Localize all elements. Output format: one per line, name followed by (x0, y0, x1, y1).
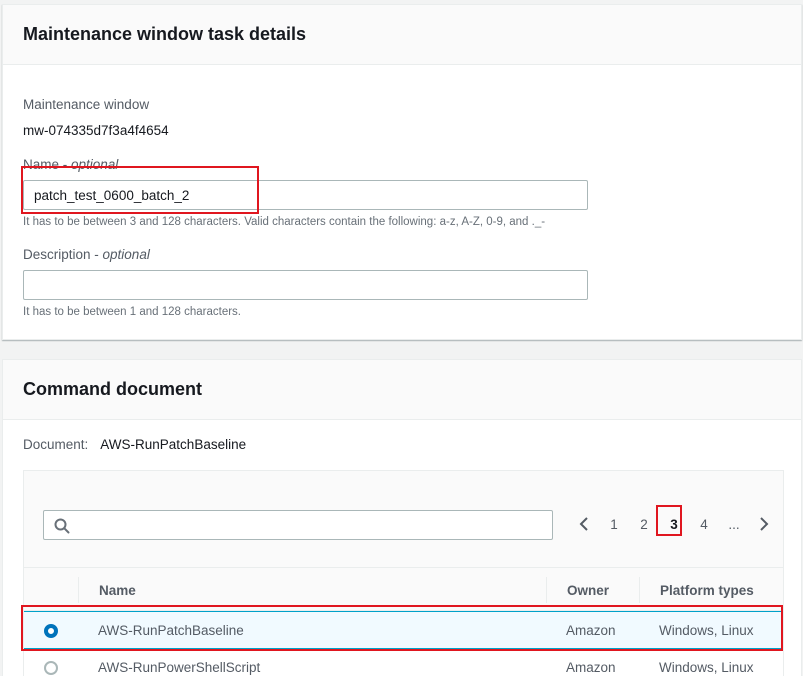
row-owner: Amazon (566, 660, 616, 675)
name-input[interactable]: patch_test_0600_batch_2 (23, 180, 588, 210)
mw-value: mw-074335d7f3a4f4654 (23, 123, 169, 138)
row-name: AWS-RunPowerShellScript (98, 660, 261, 675)
command-document-header: Command document (3, 360, 801, 420)
page-4-button[interactable]: 4 (689, 517, 719, 532)
pagination: 1 2 3 4 ... (569, 509, 779, 539)
row-platforms: Windows, Linux (659, 623, 754, 638)
page-1-button[interactable]: 1 (599, 517, 629, 532)
column-separator (546, 577, 547, 603)
table-row[interactable]: AWS-RunPatchBaseline Amazon Windows, Lin… (24, 611, 783, 649)
row-platforms: Windows, Linux (659, 660, 754, 675)
command-document-title: Command document (23, 379, 203, 399)
row-name: AWS-RunPatchBaseline (98, 623, 244, 638)
previous-page-button[interactable] (569, 516, 599, 532)
table-header-row: Name Owner Platform types (24, 567, 783, 611)
row-select-radio[interactable] (44, 661, 58, 675)
task-details-title: Maintenance window task details (23, 24, 307, 44)
search-input[interactable] (43, 510, 553, 540)
chevron-left-icon (579, 517, 588, 531)
document-line: Document: AWS-RunPatchBaseline (23, 437, 246, 452)
description-hint: It has to be between 1 and 128 character… (23, 306, 242, 318)
row-select-radio[interactable] (44, 624, 58, 638)
name-label-text: Name (23, 157, 60, 172)
mw-label: Maintenance window (23, 97, 150, 112)
table-row[interactable]: AWS-RunPowerShellScript Amazon Windows, … (24, 649, 783, 676)
task-details-header: Maintenance window task details (3, 5, 801, 65)
name-optional: optional (71, 157, 119, 172)
description-label-text: Description (23, 247, 91, 262)
page-3-button[interactable]: 3 (659, 517, 689, 532)
table-toolbar: 1 2 3 4 ... (24, 471, 783, 567)
chevron-right-icon (760, 517, 769, 531)
name-hint: It has to be between 3 and 128 character… (23, 216, 546, 228)
document-label: Document: (23, 437, 89, 452)
command-document-panel: Command document Document: AWS-RunPatchBa… (2, 359, 802, 676)
column-header-name[interactable]: Name (99, 583, 136, 598)
next-page-button[interactable] (749, 516, 779, 532)
column-header-owner[interactable]: Owner (567, 583, 609, 598)
column-separator (78, 577, 79, 603)
column-header-platform-types[interactable]: Platform types (660, 583, 754, 598)
search-icon (54, 518, 70, 534)
description-label: Description - optional (23, 247, 150, 262)
page-ellipsis: ... (728, 516, 740, 532)
document-table: 1 2 3 4 ... Name Owner Platform types AW… (23, 470, 784, 676)
column-separator (639, 577, 640, 603)
document-value: AWS-RunPatchBaseline (100, 437, 247, 452)
description-input[interactable] (23, 270, 588, 300)
description-optional: optional (102, 247, 150, 262)
row-owner: Amazon (566, 623, 616, 638)
task-details-panel: Maintenance window task details Maintena… (2, 4, 802, 340)
page-2-button[interactable]: 2 (629, 517, 659, 532)
name-label: Name - optional (23, 157, 119, 172)
